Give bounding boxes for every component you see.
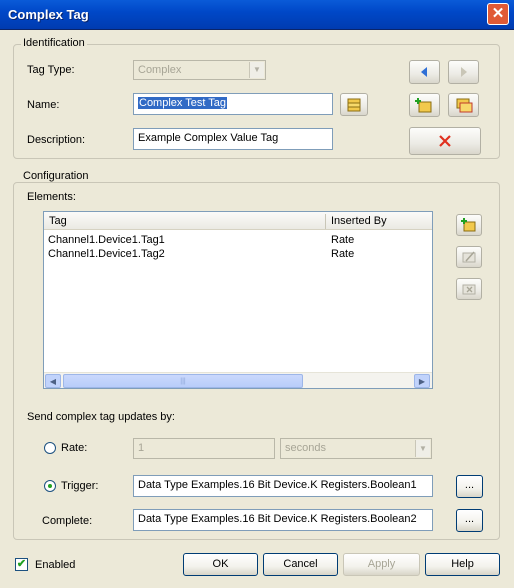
column-divider[interactable] bbox=[325, 214, 326, 229]
next-tag-button[interactable] bbox=[448, 60, 479, 84]
complete-value: Data Type Examples.16 Bit Device.K Regis… bbox=[138, 513, 417, 525]
tag-type-value: Complex bbox=[138, 64, 182, 76]
browse-tag-button[interactable] bbox=[340, 93, 368, 116]
tag-type-select: Complex bbox=[133, 60, 266, 80]
scroll-left-button[interactable]: ◀ bbox=[45, 374, 61, 388]
tag-type-label: Tag Type: bbox=[27, 64, 75, 76]
rate-label: Rate: bbox=[61, 442, 88, 454]
trigger-value: Data Type Examples.16 Bit Device.K Regis… bbox=[138, 479, 417, 491]
new-tag-icon bbox=[415, 98, 432, 113]
edit-element-icon bbox=[462, 251, 476, 263]
duplicate-tag-icon bbox=[456, 98, 473, 113]
rate-input[interactable]: 1 bbox=[133, 438, 275, 459]
enabled-label: Enabled bbox=[35, 559, 76, 571]
name-value: Complex Test Tag bbox=[138, 97, 228, 109]
arrow-left-icon bbox=[421, 67, 427, 77]
row-inserted-by: Rate bbox=[331, 234, 355, 246]
cancel-button[interactable]: Cancel bbox=[263, 553, 338, 576]
trigger-label: Trigger: bbox=[61, 480, 99, 492]
complete-field[interactable]: Data Type Examples.16 Bit Device.K Regis… bbox=[133, 509, 433, 531]
delete-icon bbox=[439, 135, 451, 147]
row-inserted-by: Rate bbox=[331, 248, 355, 260]
rate-unit-value: seconds bbox=[285, 442, 326, 454]
scroll-right-button[interactable]: ▶ bbox=[414, 374, 430, 388]
new-tag-button[interactable] bbox=[409, 93, 440, 117]
scroll-right-icon: ▶ bbox=[418, 377, 426, 386]
scroll-thumb[interactable]: ||| bbox=[63, 374, 303, 388]
column-header-tag[interactable]: Tag bbox=[49, 215, 321, 227]
complete-browse-button[interactable]: ... bbox=[456, 509, 483, 532]
identification-legend: Identification bbox=[21, 37, 87, 49]
apply-button[interactable]: Apply bbox=[343, 553, 420, 576]
duplicate-tag-button[interactable] bbox=[448, 93, 479, 117]
rate-unit-select[interactable]: seconds bbox=[280, 438, 432, 459]
table-row[interactable]: Channel1.Device1.Tag1 Rate bbox=[48, 234, 428, 248]
delete-element-icon bbox=[462, 284, 476, 295]
configuration-legend: Configuration bbox=[21, 170, 91, 182]
chevron-down-icon: ▼ bbox=[249, 62, 264, 78]
complete-label: Complete: bbox=[42, 515, 93, 527]
description-value: Example Complex Value Tag bbox=[138, 132, 279, 144]
row-tag: Channel1.Device1.Tag2 bbox=[48, 248, 165, 260]
rate-value: 1 bbox=[138, 442, 145, 454]
arrow-right-icon bbox=[461, 67, 467, 77]
close-button[interactable]: ✕ bbox=[487, 3, 509, 25]
edit-element-button bbox=[456, 246, 482, 268]
name-label: Name: bbox=[27, 99, 60, 111]
description-label: Description: bbox=[27, 134, 86, 146]
horizontal-scrollbar[interactable]: ◀ ||| ▶ bbox=[44, 372, 432, 388]
enabled-checkbox[interactable]: ✔ bbox=[15, 558, 28, 571]
elements-list[interactable]: Tag Inserted By Channel1.Device1.Tag1 Ra… bbox=[43, 211, 433, 389]
close-icon: ✕ bbox=[491, 5, 505, 22]
row-tag: Channel1.Device1.Tag1 bbox=[48, 234, 165, 246]
ok-button[interactable]: OK bbox=[183, 553, 258, 576]
scroll-left-icon: ◀ bbox=[49, 377, 57, 386]
trigger-browse-button[interactable]: ... bbox=[456, 475, 483, 498]
window-title: Complex Tag bbox=[8, 7, 89, 22]
elements-label: Elements: bbox=[27, 191, 76, 203]
name-field[interactable]: Complex Test Tag bbox=[133, 93, 333, 115]
trigger-field[interactable]: Data Type Examples.16 Bit Device.K Regis… bbox=[133, 475, 433, 497]
trigger-radio[interactable] bbox=[44, 480, 56, 492]
delete-element-button bbox=[456, 278, 482, 300]
help-button[interactable]: Help bbox=[425, 553, 500, 576]
table-row[interactable]: Channel1.Device1.Tag2 Rate bbox=[48, 248, 428, 262]
description-field[interactable]: Example Complex Value Tag bbox=[133, 128, 333, 150]
chevron-down-icon: ▼ bbox=[415, 440, 430, 457]
column-header-inserted-by[interactable]: Inserted By bbox=[331, 215, 387, 227]
rate-radio[interactable] bbox=[44, 442, 56, 454]
delete-tag-button[interactable] bbox=[409, 127, 481, 155]
previous-tag-button[interactable] bbox=[409, 60, 440, 84]
add-element-button[interactable] bbox=[456, 214, 482, 236]
add-element-icon bbox=[461, 218, 476, 232]
tag-browse-icon bbox=[347, 98, 361, 112]
send-updates-label: Send complex tag updates by: bbox=[27, 411, 175, 423]
